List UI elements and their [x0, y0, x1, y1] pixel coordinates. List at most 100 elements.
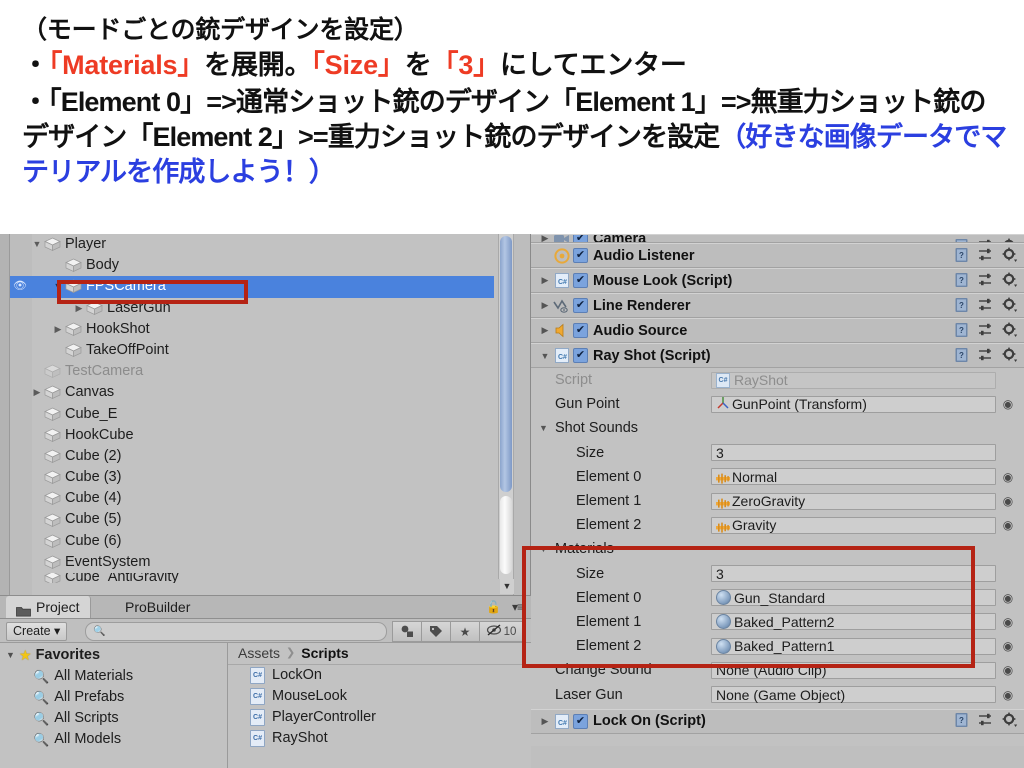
property-value-field[interactable]: None (Game Object) [711, 686, 996, 704]
help-icon[interactable]: ? [953, 296, 970, 313]
chevron-right-icon[interactable]: ▶ [537, 235, 553, 242]
component-header-mouse-look-script[interactable]: ▶ C# ✔ Mouse Look (Script)? [531, 268, 1024, 293]
hierarchy-item-fpscamera[interactable]: 👁 ▼ FPSCamera [10, 276, 494, 298]
property-value-field[interactable]: GunPoint (Transform) [711, 395, 996, 413]
asset-item-playercontroller[interactable]: C# PlayerController [228, 707, 531, 728]
object-picker-icon[interactable]: ◉ [1000, 688, 1016, 702]
property-row-change-sound-none-audio-clip[interactable]: Change Sound None (Audio Clip) ◉ [531, 658, 1024, 683]
property-value-field[interactable]: Normal [711, 468, 996, 486]
asset-item-lockon[interactable]: C# LockOn [228, 665, 531, 686]
component-header-audio-source[interactable]: ▶ ✔ Audio Source? [531, 318, 1024, 343]
hierarchy-item-cube-e[interactable]: Cube_E [10, 404, 494, 425]
help-icon[interactable]: ? [953, 712, 970, 729]
search-input[interactable] [109, 623, 364, 640]
property-value-field[interactable]: Baked_Pattern2 [711, 613, 996, 631]
panel-menu-icon[interactable]: ▾≡ [512, 600, 524, 614]
component-header-lock-on-script[interactable]: ▶ C# ✔ Lock On (Script)? [531, 708, 1024, 734]
chevron-right-icon[interactable]: ▶ [537, 716, 553, 727]
preset-icon[interactable] [977, 346, 994, 363]
property-row-laser-gun-none-game-object[interactable]: Laser Gun None (Game Object) ◉ [531, 682, 1024, 707]
property-value-field[interactable]: Gravity [711, 516, 996, 534]
hierarchy-item-cube-2[interactable]: Cube (2) [10, 446, 494, 467]
object-picker-icon[interactable]: ◉ [1000, 470, 1016, 484]
hierarchy-item-eventsystem[interactable]: EventSystem [10, 552, 494, 573]
chevron-right-icon[interactable]: ▶ [537, 300, 553, 311]
object-picker-icon[interactable]: ◉ [1000, 663, 1016, 677]
gear-icon[interactable] [1001, 712, 1018, 729]
hierarchy-item-body[interactable]: Body [10, 255, 494, 276]
property-row-element-0-normal[interactable]: Element 0 Normal ◉ [531, 464, 1024, 489]
property-value-field[interactable]: Baked_Pattern1 [711, 637, 996, 655]
chevron-right-icon[interactable]: ▶ [51, 319, 65, 340]
help-icon[interactable]: ? [953, 346, 970, 363]
asset-item-rayshot[interactable]: C# RayShot [228, 728, 531, 749]
component-header-camera[interactable]: ▶✔Camera? [531, 234, 1024, 243]
property-row-element-1-zerogravity[interactable]: Element 1 ZeroGravity ◉ [531, 488, 1024, 514]
hierarchy-tree[interactable]: ▼ Player Body 👁 ▼ FPSCamera ▶ LaserGun ▶ HookShot… [10, 234, 494, 583]
search-field[interactable]: 🔍 [85, 622, 387, 641]
component-enabled-checkbox[interactable]: ✔ [573, 348, 588, 363]
component-header-line-renderer[interactable]: ▶ ✔ Line Renderer? [531, 293, 1024, 318]
chevron-down-icon[interactable]: ▼ [539, 544, 548, 554]
favorites-root[interactable]: ▼ ★ Favorites [0, 645, 227, 666]
property-value-field[interactable]: None (Audio Clip) [711, 661, 996, 679]
component-enabled-checkbox[interactable]: ✔ [573, 713, 588, 729]
hierarchy-scroll-down-arrow[interactable]: ▼ [500, 579, 514, 594]
object-picker-icon[interactable]: ◉ [1000, 494, 1016, 508]
visibility-eye-icon[interactable]: 👁 [10, 276, 30, 297]
hierarchy-scrollbar[interactable] [498, 234, 514, 579]
property-row-script-rayshot[interactable]: ScriptC#RayShot◉ [531, 368, 1024, 393]
hierarchy-item-cube-3[interactable]: Cube (3) [10, 467, 494, 488]
property-row-element-1-baked-pattern2[interactable]: Element 1 Baked_Pattern2 ◉ [531, 609, 1024, 635]
preset-icon[interactable] [977, 296, 994, 313]
hierarchy-scrollbar-track-lower[interactable] [500, 496, 512, 574]
property-value-field[interactable]: C# RayShot [711, 371, 996, 389]
asset-item-mouselook[interactable]: C# MouseLook [228, 686, 531, 707]
create-button[interactable]: Create ▾ [6, 622, 68, 641]
property-value-field[interactable]: 3 [711, 444, 996, 462]
component-enabled-checkbox[interactable]: ✔ [573, 273, 588, 288]
chevron-down-icon[interactable]: ▼ [539, 423, 548, 433]
property-row-size-3[interactable]: Size3◉ [531, 561, 1024, 586]
filter-favorites-star-icon[interactable]: ★ [451, 621, 480, 642]
hierarchy-item-cube-antigravity[interactable]: Cube_AntiGravity [10, 573, 494, 583]
hierarchy-item-cube-4[interactable]: Cube (4) [10, 488, 494, 509]
chevron-right-icon[interactable]: ▶ [537, 275, 553, 286]
hierarchy-item-hookshot[interactable]: ▶ HookShot [10, 319, 494, 340]
property-row-element-0-gun-standard[interactable]: Element 0 Gun_Standard ◉ [531, 585, 1024, 610]
object-picker-icon[interactable]: ◉ [1000, 397, 1016, 411]
preset-icon[interactable] [977, 321, 994, 338]
hierarchy-item-hookcube[interactable]: HookCube [10, 425, 494, 446]
gear-icon[interactable] [1001, 271, 1018, 288]
lock-icon[interactable]: 🔓 [486, 600, 501, 614]
property-row-materials[interactable]: ▼ Materials [531, 537, 1024, 562]
object-picker-icon[interactable]: ◉ [1000, 615, 1016, 629]
property-row-shot-sounds[interactable]: ▼ Shot Sounds [531, 416, 1024, 441]
tab-project[interactable]: Project [6, 596, 91, 618]
chevron-down-icon[interactable]: ▼ [30, 234, 44, 255]
hierarchy-scrollbar-thumb[interactable] [500, 236, 512, 492]
property-row-size-3[interactable]: Size3◉ [531, 440, 1024, 465]
chevron-down-icon[interactable]: ▼ [51, 276, 65, 297]
chevron-right-icon[interactable]: ▶ [537, 325, 553, 336]
component-enabled-checkbox[interactable]: ✔ [573, 248, 588, 263]
gear-icon[interactable] [1001, 346, 1018, 363]
component-header-ray-shot-script[interactable]: ▼ C# ✔ Ray Shot (Script)? [531, 343, 1024, 368]
component-enabled-checkbox[interactable]: ✔ [573, 235, 588, 242]
property-value-field[interactable]: ZeroGravity [711, 492, 996, 510]
component-enabled-checkbox[interactable]: ✔ [573, 323, 588, 338]
tab-probuilder[interactable]: ProBuilder [115, 596, 200, 618]
preset-icon[interactable] [977, 271, 994, 288]
chevron-right-icon[interactable]: ▶ [30, 382, 44, 403]
hierarchy-item-cube-5[interactable]: Cube (5) [10, 509, 494, 530]
hierarchy-item-takeoffpoint[interactable]: TakeOffPoint [10, 340, 494, 361]
gear-icon[interactable] [1001, 246, 1018, 263]
favorite-item-all-models[interactable]: 🔍 All Models [0, 729, 227, 750]
chevron-down-icon[interactable]: ▼ [537, 351, 553, 361]
help-icon[interactable]: ? [953, 246, 970, 263]
favorite-item-all-scripts[interactable]: 🔍 All Scripts [0, 708, 227, 729]
filter-by-type-icon[interactable] [392, 621, 422, 642]
preset-icon[interactable] [977, 712, 994, 729]
breadcrumb-root[interactable]: Assets [238, 643, 280, 664]
gear-icon[interactable] [1001, 321, 1018, 338]
